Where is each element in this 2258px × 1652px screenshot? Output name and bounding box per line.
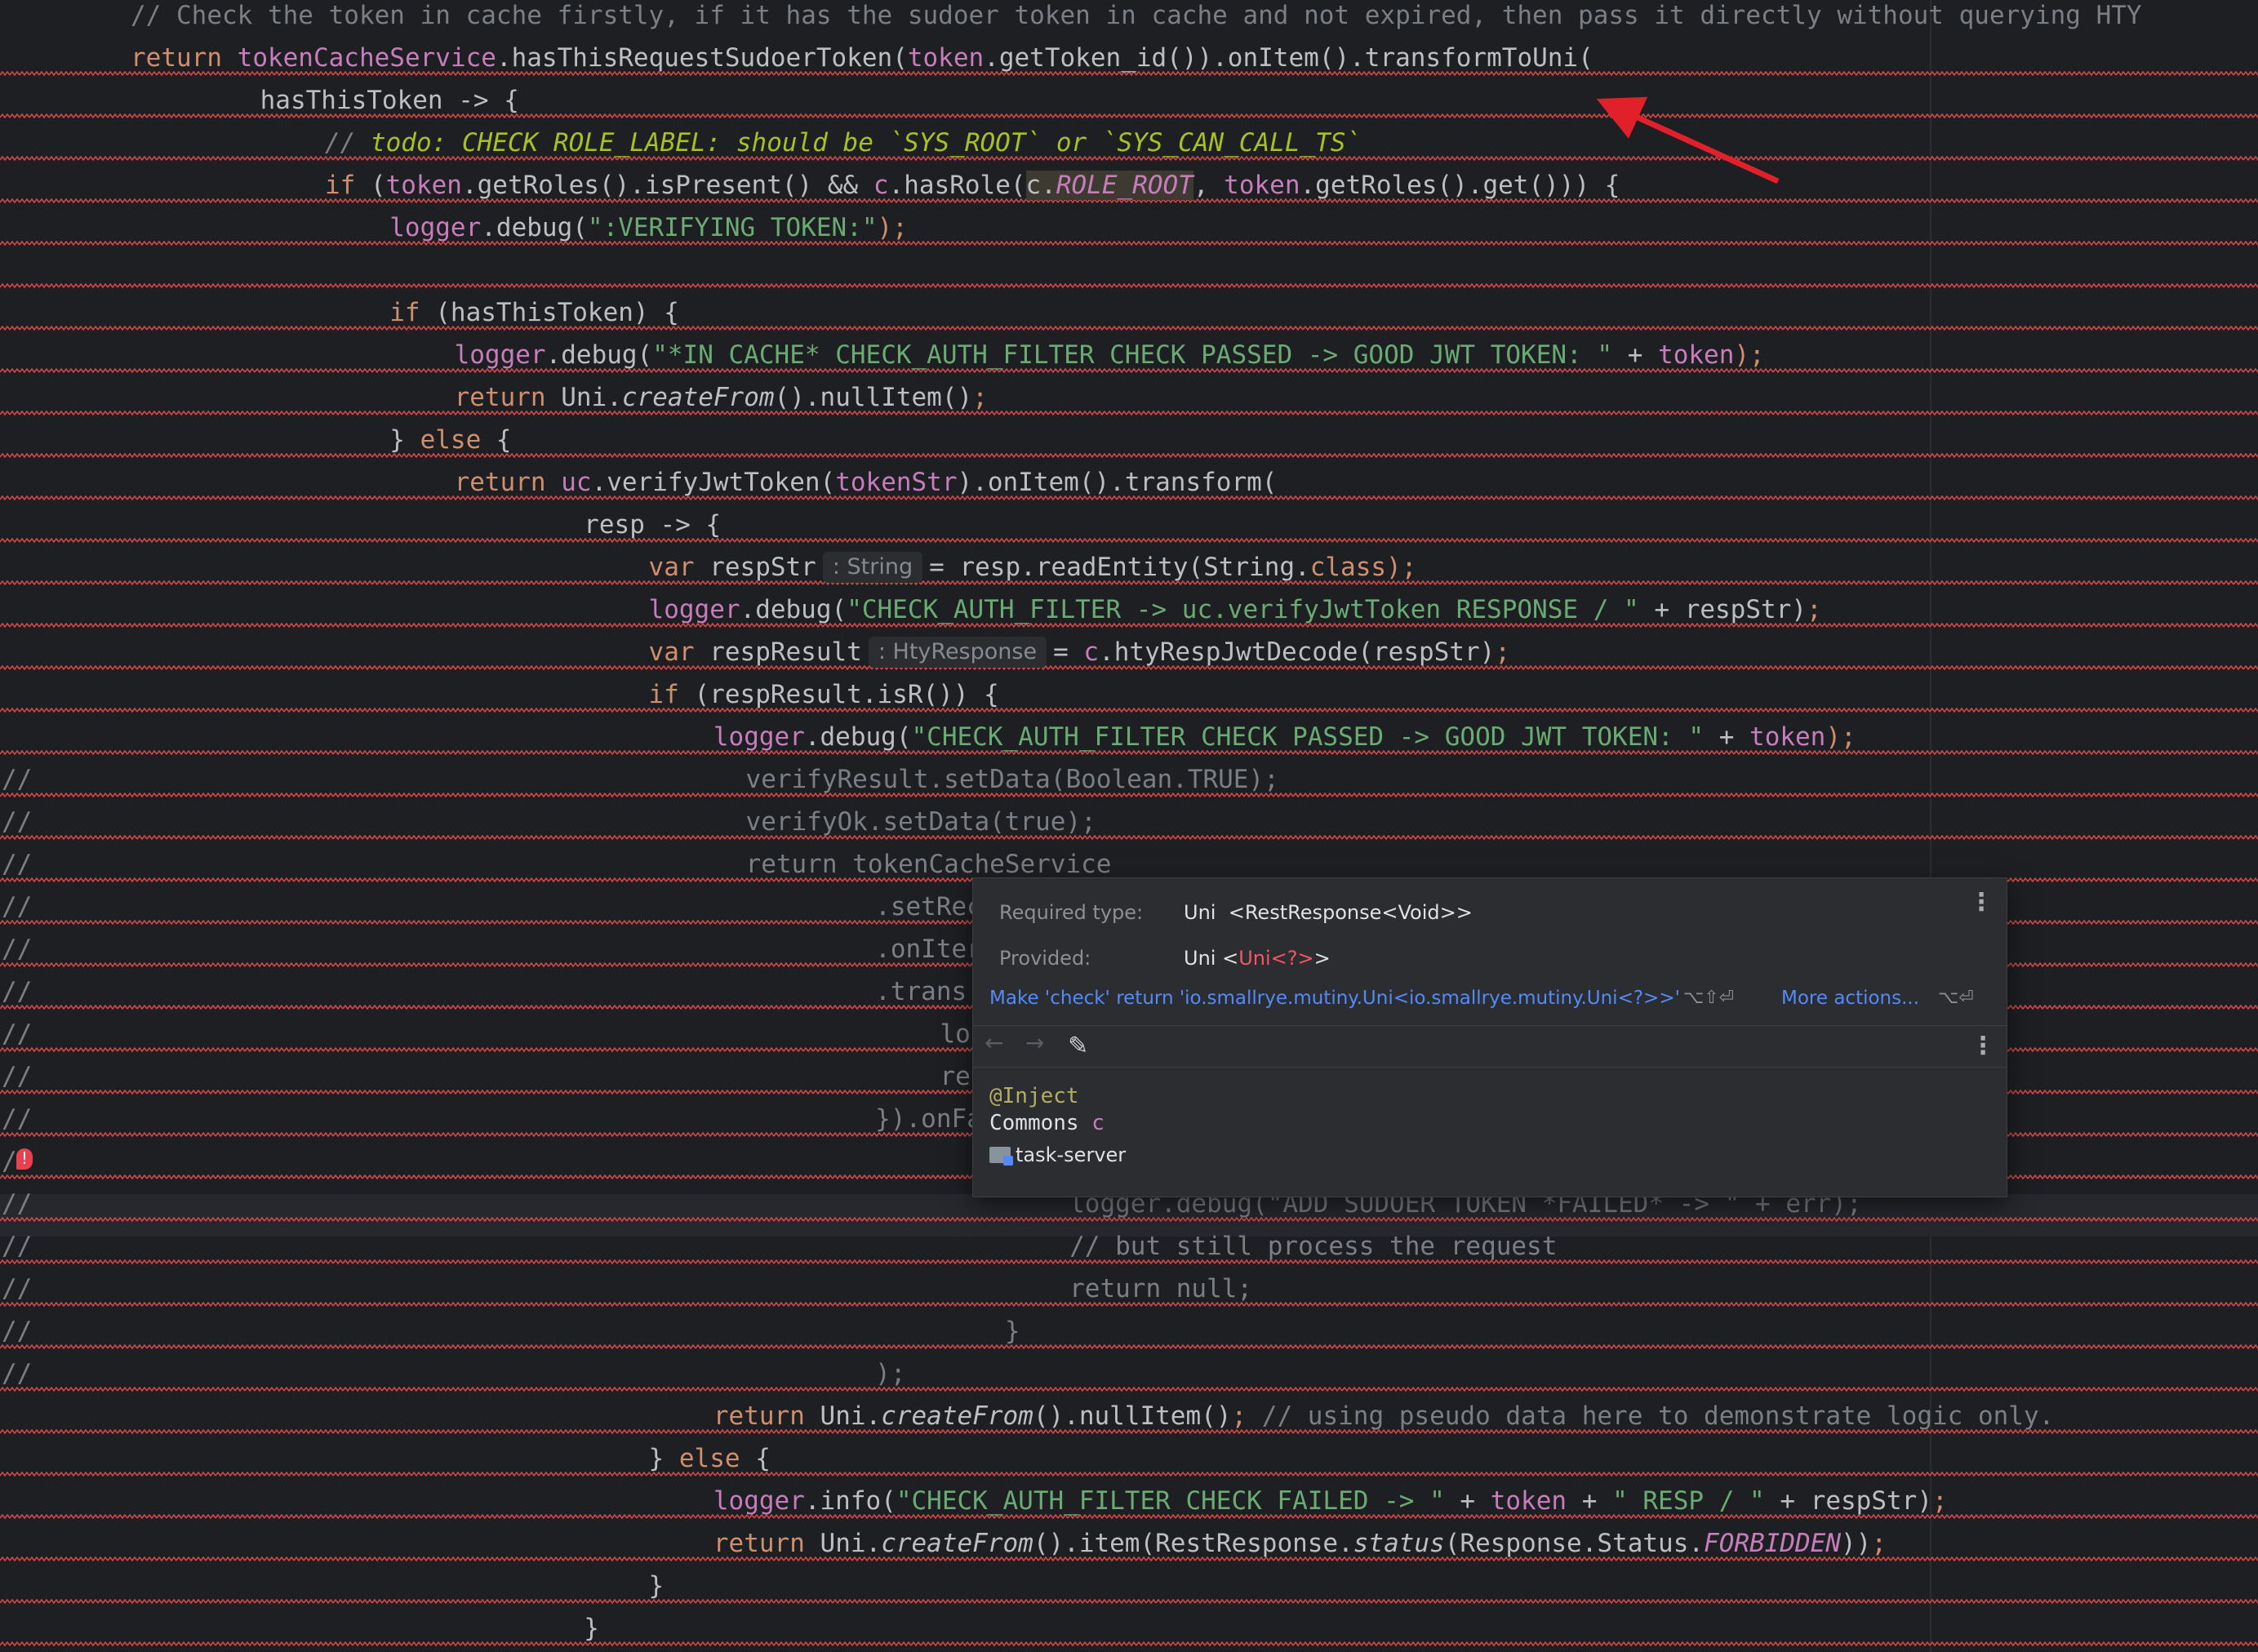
forward-arrow-icon[interactable]: → xyxy=(1025,1029,1044,1056)
provided-type-value: Uni <Uni<?>> xyxy=(1184,947,1331,970)
doc-annotation: @Inject xyxy=(989,1084,1079,1108)
required-type-label: Required type: xyxy=(999,901,1144,924)
more-actions-link[interactable]: More actions... xyxy=(1781,988,1919,1009)
doc-menu-icon[interactable]: ⋮ xyxy=(1971,1032,1995,1060)
popup-menu-icon[interactable]: ⋮ xyxy=(1969,888,1994,917)
module-folder-icon xyxy=(989,1147,1013,1166)
required-type-value: Uni <RestResponse<Void>> xyxy=(1184,901,1473,924)
doc-module-name: task-server xyxy=(1016,1144,1127,1166)
popup-divider xyxy=(973,1025,2007,1026)
quick-fix-change-return-link[interactable]: Make 'check' return 'io.smallrye.mutiny.… xyxy=(989,988,1680,1009)
annotation-arrows xyxy=(1374,96,1780,976)
popup-divider-2 xyxy=(973,1067,2007,1068)
more-actions-shortcut: ⌥⏎ xyxy=(1938,988,1974,1008)
arrow-to-transformToUni xyxy=(1596,96,1780,184)
doc-module[interactable]: task-server xyxy=(989,1144,1126,1166)
doc-declaration: Commons c xyxy=(989,1111,1105,1135)
required-type-generic: <RestResponse<Void>> xyxy=(1228,901,1473,924)
type-mismatch-popup: Required type: Uni <RestResponse<Void>> … xyxy=(972,877,2007,1197)
doc-param: c xyxy=(1091,1111,1105,1135)
provided-generic-mismatch: Uni<?> xyxy=(1238,947,1314,970)
provided-generic-close: > xyxy=(1313,947,1331,970)
back-arrow-icon[interactable]: ← xyxy=(985,1029,1003,1056)
quick-fix-shortcut: ⌥⇧⏎ xyxy=(1683,988,1735,1008)
provided-type-name: Uni xyxy=(1184,947,1216,970)
provided-generic-open: < xyxy=(1222,947,1239,970)
doc-type: Commons xyxy=(989,1111,1079,1135)
provided-type-label: Provided: xyxy=(999,947,1091,970)
required-type-name: Uni xyxy=(1184,901,1216,924)
edit-source-icon[interactable]: ✎ xyxy=(1068,1032,1088,1060)
